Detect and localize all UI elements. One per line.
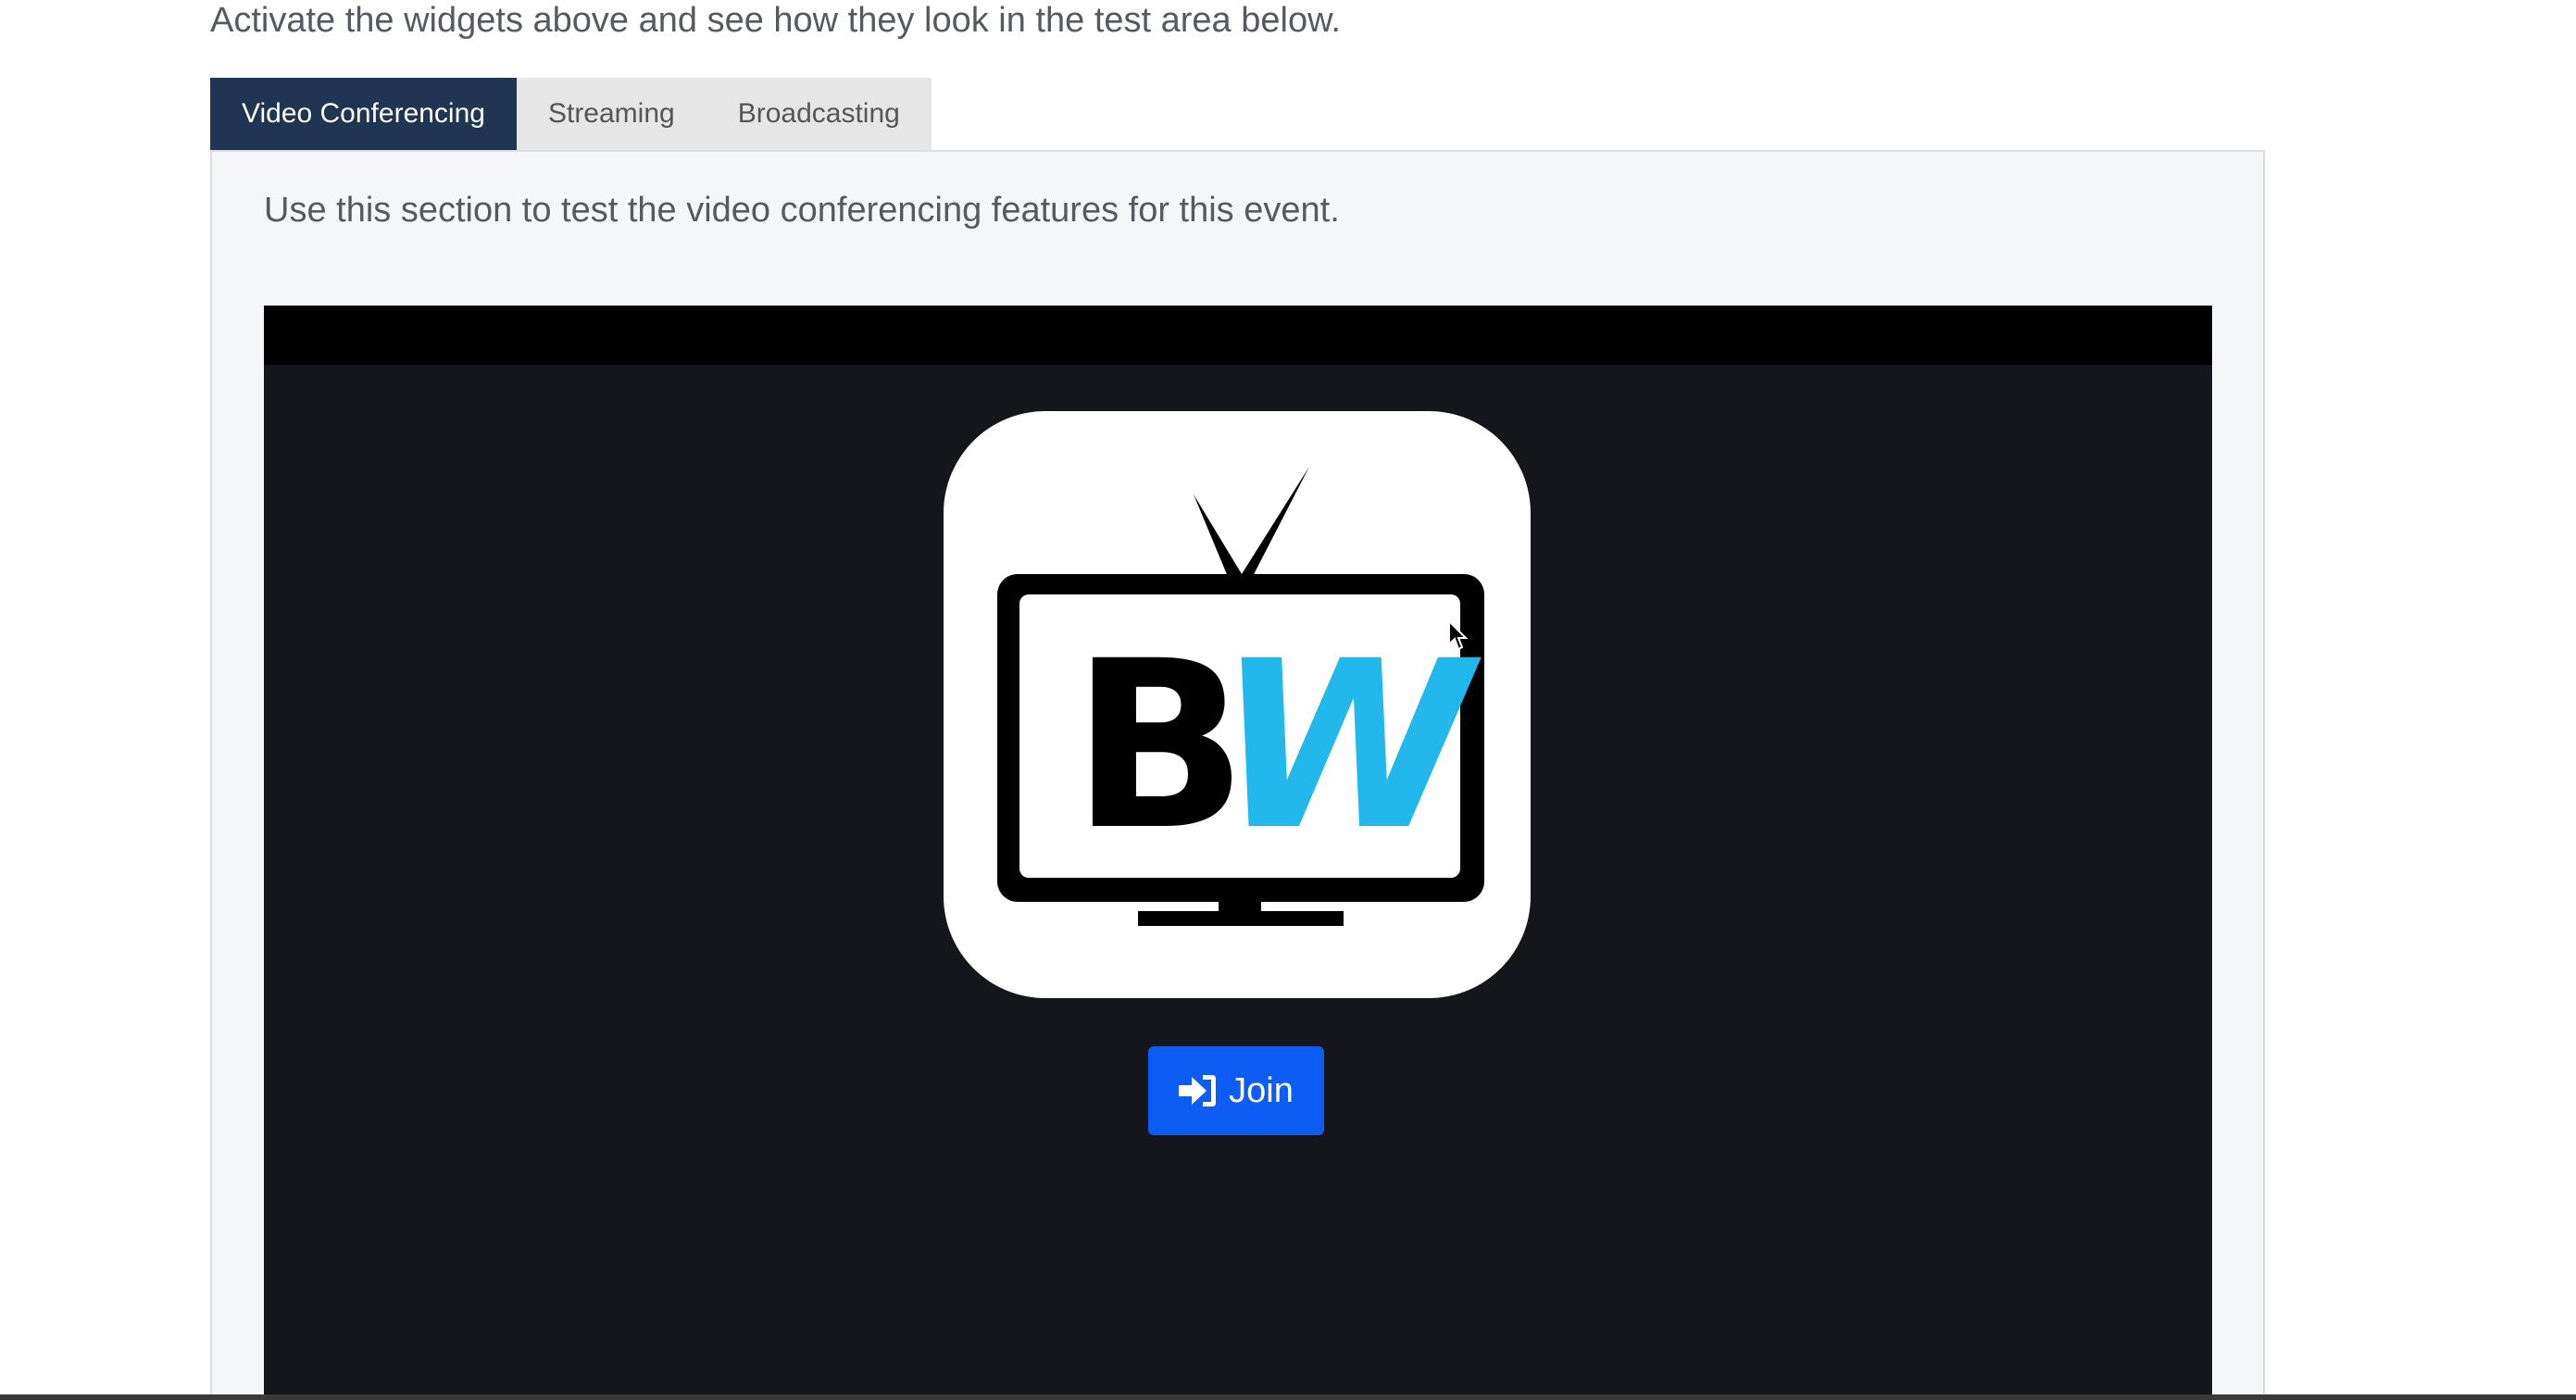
join-button[interactable]: Join bbox=[1148, 1046, 1324, 1135]
tab-streaming[interactable]: Streaming bbox=[517, 78, 707, 150]
bw-logo: B W bbox=[944, 411, 1531, 998]
intro-text: Activate the widgets above and see how t… bbox=[210, 1, 1341, 40]
tab-broadcasting[interactable]: Broadcasting bbox=[707, 78, 932, 150]
bottom-divider bbox=[0, 1394, 2576, 1400]
video-player: B W Join bbox=[264, 306, 2212, 1400]
tab-bar: Video Conferencing Streaming Broadcastin… bbox=[210, 78, 932, 150]
tv-icon: B W bbox=[997, 467, 1484, 926]
player-top-bar bbox=[264, 306, 2212, 365]
logo-letter-w: W bbox=[1217, 611, 1482, 881]
join-button-label: Join bbox=[1229, 1070, 1294, 1110]
tab-video-conferencing[interactable]: Video Conferencing bbox=[210, 78, 517, 150]
panel-description: Use this section to test the video confe… bbox=[264, 191, 1340, 230]
mouse-cursor-icon bbox=[1448, 619, 1469, 656]
page: Activate the widgets above and see how t… bbox=[0, 0, 2576, 1400]
sign-in-icon bbox=[1179, 1073, 1218, 1108]
tab-panel: Use this section to test the video confe… bbox=[210, 150, 2265, 1400]
